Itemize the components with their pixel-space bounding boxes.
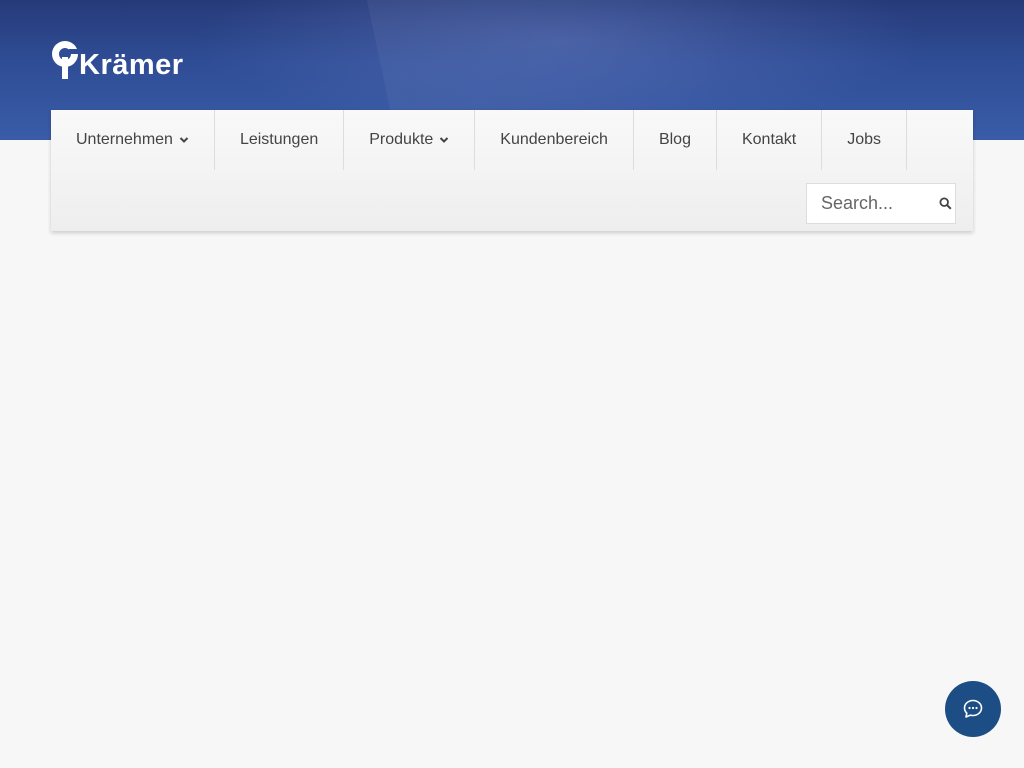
nav-item-label: Produkte [369,131,434,148]
nav-menu: Unternehmen Leistungen Produkte Kundenbe… [51,110,908,170]
search-icon[interactable] [939,197,952,210]
main-navigation: Unternehmen Leistungen Produkte Kundenbe… [51,110,973,231]
chat-button[interactable] [945,681,1001,737]
logo-text: Krämer [79,49,184,81]
nav-item-label: Unternehmen [76,131,173,148]
nav-item-kontakt[interactable]: Kontakt [717,110,823,170]
brand-logo[interactable]: Krämer [51,38,184,80]
chat-bubble-icon [963,699,983,718]
nav-item-leistungen[interactable]: Leistungen [215,110,345,170]
logo-mark-icon [52,41,81,79]
nav-item-unternehmen[interactable]: Unternehmen [51,110,215,170]
nav-item-blog[interactable]: Blog [634,110,717,170]
chevron-down-icon [179,137,189,143]
chevron-down-icon [440,137,449,143]
search-input[interactable] [807,192,933,215]
nav-item-label: Jobs [847,131,882,148]
search-box [806,183,956,224]
nav-item-kundenbereich[interactable]: Kundenbereich [475,110,634,170]
nav-item-label: Blog [658,131,691,148]
nav-item-label: Kundenbereich [500,131,608,148]
nav-item-jobs[interactable]: Jobs [822,110,908,170]
nav-item-produkte[interactable]: Produkte [344,110,476,170]
nav-item-label: Leistungen [239,131,319,148]
nav-item-label: Kontakt [741,131,797,148]
